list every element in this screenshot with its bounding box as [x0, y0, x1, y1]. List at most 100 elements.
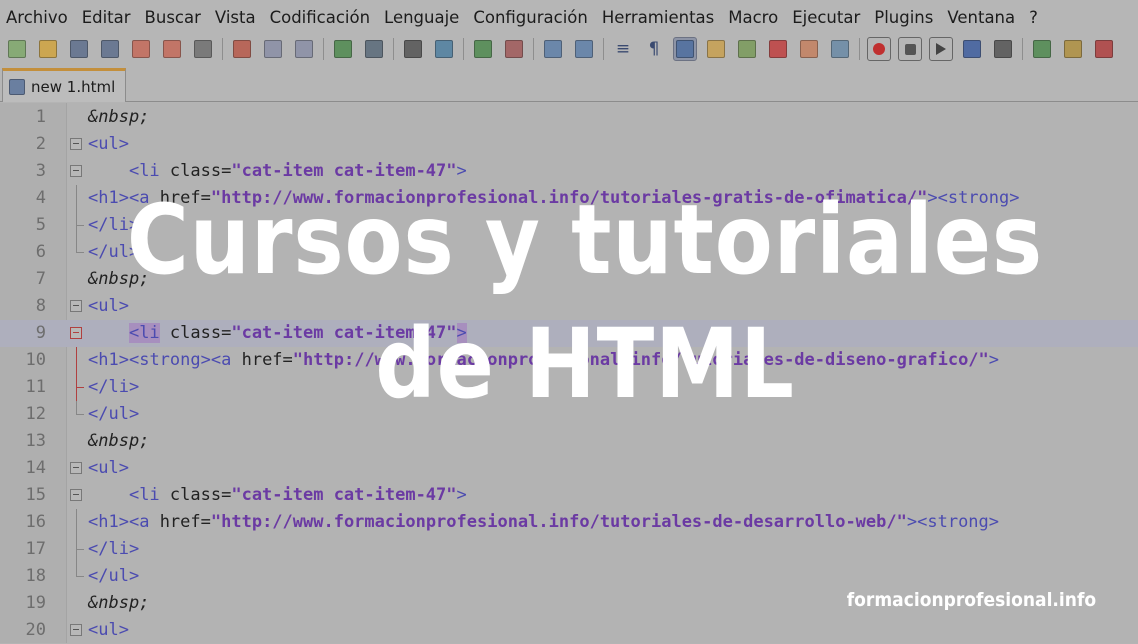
- menu-vista[interactable]: Vista: [208, 8, 263, 27]
- menu-plugins[interactable]: Plugins: [867, 8, 940, 27]
- code-text: &nbsp;: [88, 431, 150, 451]
- code-line[interactable]: 17 </li>: [0, 536, 1138, 563]
- overlay-title: Cursos y tutoriales de HTML: [0, 178, 1138, 426]
- spell-check-toggle-button[interactable]: [1061, 37, 1085, 61]
- copy-button[interactable]: [261, 37, 285, 61]
- doc-map-button[interactable]: [735, 37, 759, 61]
- tab-label: new 1.html: [31, 77, 116, 96]
- redo-button[interactable]: [362, 37, 386, 61]
- code-line[interactable]: 15 <li class="cat-item cat-item-47">: [0, 482, 1138, 509]
- menu-editar[interactable]: Editar: [75, 8, 138, 27]
- sync-vertical-button[interactable]: [541, 37, 565, 61]
- toolbar-separator: [463, 38, 464, 60]
- code-line[interactable]: 16 <h1><a href="http://www.formacionprofe…: [0, 509, 1138, 536]
- user-defined-language-icon: [707, 40, 725, 58]
- spell-check-button[interactable]: [1030, 37, 1054, 61]
- line-number: 13: [25, 431, 46, 451]
- menu-configuracion[interactable]: Configuración: [466, 8, 595, 27]
- menu-buscar[interactable]: Buscar: [138, 8, 208, 27]
- close-icon: [132, 40, 150, 58]
- menu-macro[interactable]: Macro: [721, 8, 785, 27]
- line-number: 2: [35, 134, 46, 154]
- print-button[interactable]: [191, 37, 215, 61]
- menu-lenguaje[interactable]: Lenguaje: [377, 8, 466, 27]
- save-all-button[interactable]: [98, 37, 122, 61]
- toolbar: ≡ ¶: [0, 34, 1138, 64]
- user-defined-language-button[interactable]: [704, 37, 728, 61]
- print-icon: [194, 40, 212, 58]
- playback-macro-button[interactable]: [929, 37, 953, 61]
- fold-toggle-icon[interactable]: [70, 489, 82, 501]
- code-line[interactable]: 20 <ul>: [0, 617, 1138, 644]
- file-icon: [9, 78, 25, 95]
- save-icon: [70, 40, 88, 58]
- folder-workspace-icon: [800, 40, 818, 58]
- record-macro-icon: [873, 43, 885, 55]
- fold-end-marker: [76, 536, 84, 550]
- run-macro-multiple-button[interactable]: [960, 37, 984, 61]
- line-number: 15: [25, 485, 46, 505]
- tab-new-1-html[interactable]: new 1.html: [2, 68, 126, 102]
- sync-horizontal-button[interactable]: [572, 37, 596, 61]
- stop-recording-button[interactable]: [898, 37, 922, 61]
- code-text: <ul>: [88, 458, 129, 478]
- menu-ejecutar[interactable]: Ejecutar: [785, 8, 867, 27]
- folder-workspace-button[interactable]: [797, 37, 821, 61]
- spell-check-icon: [1033, 40, 1051, 58]
- code-text: </li>: [88, 539, 140, 559]
- new-file-icon: [8, 40, 26, 58]
- menu-help[interactable]: ?: [1022, 8, 1045, 27]
- undo-button[interactable]: [331, 37, 355, 61]
- menu-codificacion[interactable]: Codificación: [263, 8, 377, 27]
- save-macro-button[interactable]: [991, 37, 1015, 61]
- code-line[interactable]: 14 <ul>: [0, 455, 1138, 482]
- menu-herramientas[interactable]: Herramientas: [595, 8, 721, 27]
- code-line[interactable]: 1 &nbsp;: [0, 104, 1138, 131]
- code-line[interactable]: 18 </ul>: [0, 563, 1138, 590]
- code-text: <h1><a href="http://www.formacionprofesi…: [88, 512, 1000, 532]
- fold-toggle-icon[interactable]: [70, 462, 82, 474]
- function-list-icon: [769, 40, 787, 58]
- monitoring-button[interactable]: [828, 37, 852, 61]
- replace-icon: [435, 40, 453, 58]
- line-number: 18: [25, 566, 46, 586]
- save-button[interactable]: [67, 37, 91, 61]
- undo-icon: [334, 40, 352, 58]
- sync-horizontal-icon: [575, 40, 593, 58]
- code-text: <ul>: [88, 134, 129, 154]
- menu-archivo[interactable]: Archivo: [0, 8, 75, 27]
- open-file-button[interactable]: [36, 37, 60, 61]
- code-text: &nbsp;: [88, 107, 150, 127]
- spell-check-abc-button[interactable]: [1092, 37, 1116, 61]
- zoom-out-icon: [505, 40, 523, 58]
- word-wrap-button[interactable]: ≡: [611, 37, 635, 61]
- show-all-characters-button[interactable]: ¶: [642, 37, 666, 61]
- code-line[interactable]: 2 <ul>: [0, 131, 1138, 158]
- fold-guide: [76, 509, 77, 536]
- cut-button[interactable]: [230, 37, 254, 61]
- fold-toggle-icon[interactable]: [70, 624, 82, 636]
- zoom-in-button[interactable]: [471, 37, 495, 61]
- new-file-button[interactable]: [5, 37, 29, 61]
- zoom-out-button[interactable]: [502, 37, 526, 61]
- fold-toggle-icon[interactable]: [70, 138, 82, 150]
- find-button[interactable]: [401, 37, 425, 61]
- close-all-button[interactable]: [160, 37, 184, 61]
- menu-bar: Archivo Editar Buscar Vista Codificación…: [0, 0, 1138, 34]
- line-number: 17: [25, 539, 46, 559]
- toolbar-separator: [1022, 38, 1023, 60]
- toolbar-separator: [222, 38, 223, 60]
- indent-guide-button[interactable]: [673, 37, 697, 61]
- menu-ventana[interactable]: Ventana: [940, 8, 1022, 27]
- doc-map-icon: [738, 40, 756, 58]
- fold-toggle-icon[interactable]: [70, 165, 82, 177]
- paste-button[interactable]: [292, 37, 316, 61]
- line-number: 14: [25, 458, 46, 478]
- spell-check-abc-icon: [1095, 40, 1113, 58]
- replace-button[interactable]: [432, 37, 456, 61]
- record-macro-button[interactable]: [867, 37, 891, 61]
- close-button[interactable]: [129, 37, 153, 61]
- function-list-button[interactable]: [766, 37, 790, 61]
- code-line[interactable]: 13 &nbsp;: [0, 428, 1138, 455]
- toolbar-separator: [323, 38, 324, 60]
